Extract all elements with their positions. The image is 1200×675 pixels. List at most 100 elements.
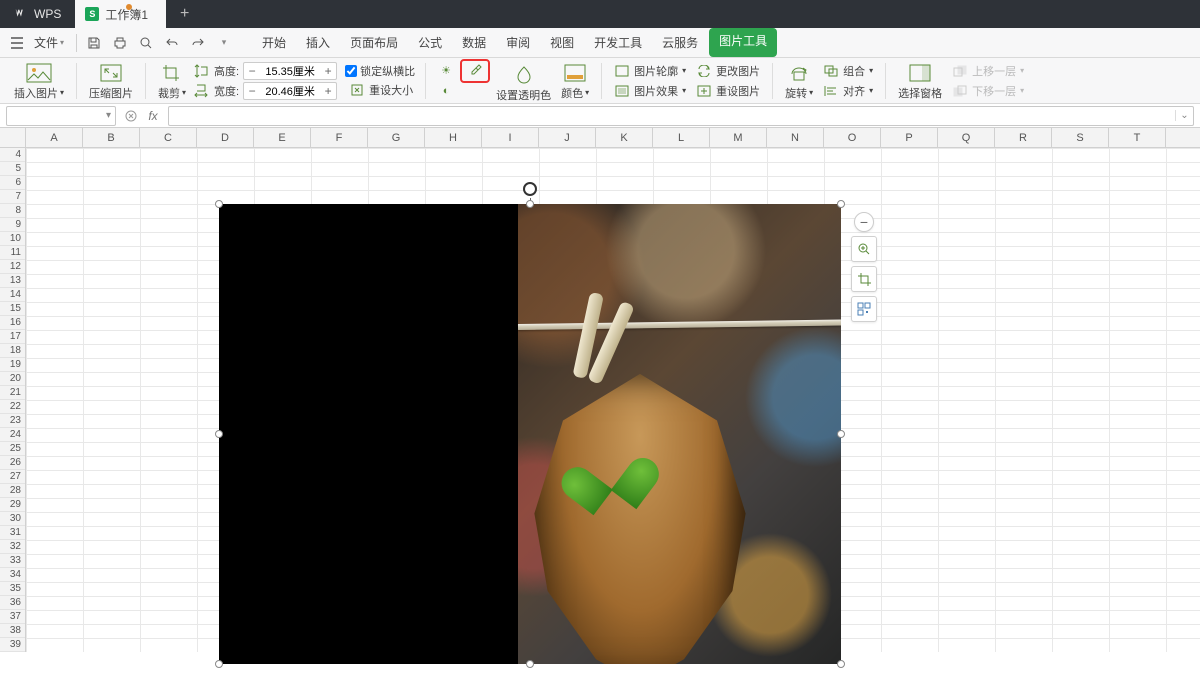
row-header[interactable]: 34 [0, 568, 25, 582]
resize-handle-n[interactable] [526, 200, 534, 208]
resize-handle-sw[interactable] [215, 660, 223, 668]
row-header[interactable]: 33 [0, 554, 25, 568]
tab-page-layout[interactable]: 页面布局 [341, 28, 407, 57]
group-button[interactable]: 组合▾ [819, 62, 877, 80]
collapse-toolbar-button[interactable]: − [854, 212, 874, 232]
decrement-button[interactable]: − [244, 83, 260, 99]
row-header[interactable]: 4 [0, 148, 25, 162]
column-header[interactable]: G [368, 128, 425, 147]
resize-handle-w[interactable] [215, 430, 223, 438]
row-header[interactable]: 26 [0, 456, 25, 470]
crop-button[interactable]: 裁剪▾ [154, 58, 190, 104]
selection-pane-button[interactable]: 选择窗格 [894, 58, 946, 104]
insert-picture-button[interactable]: 插入图片▾ [10, 58, 68, 104]
resize-handle-ne[interactable] [837, 200, 845, 208]
column-header[interactable]: K [596, 128, 653, 147]
row-header[interactable]: 30 [0, 512, 25, 526]
row-header[interactable]: 35 [0, 582, 25, 596]
resize-handle-nw[interactable] [215, 200, 223, 208]
column-header[interactable]: F [311, 128, 368, 147]
change-picture-button[interactable]: 更改图片 [692, 62, 764, 80]
row-header[interactable]: 15 [0, 302, 25, 316]
column-header[interactable]: P [881, 128, 938, 147]
column-header[interactable]: R [995, 128, 1052, 147]
rotate-button[interactable]: 旋转▾ [781, 58, 817, 104]
reset-size-button[interactable]: 重设大小 [345, 81, 417, 99]
brightness-button[interactable]: ☀ [434, 62, 458, 80]
cancel-formula-icon[interactable] [122, 107, 140, 125]
row-header[interactable]: 32 [0, 540, 25, 554]
column-header[interactable]: D [197, 128, 254, 147]
row-header[interactable]: 13 [0, 274, 25, 288]
new-tab-button[interactable]: + [166, 5, 203, 23]
formula-input[interactable]: ⌄ [168, 106, 1194, 126]
hamburger-icon[interactable] [6, 32, 28, 54]
column-header[interactable]: C [140, 128, 197, 147]
row-header[interactable]: 23 [0, 414, 25, 428]
column-header[interactable]: B [83, 128, 140, 147]
column-header[interactable]: I [482, 128, 539, 147]
row-header[interactable]: 9 [0, 218, 25, 232]
row-header[interactable]: 38 [0, 624, 25, 638]
workbook-tab[interactable]: S 工作簿1 [75, 0, 166, 28]
row-header[interactable]: 29 [0, 498, 25, 512]
column-header[interactable]: A [26, 128, 83, 147]
row-header[interactable]: 21 [0, 386, 25, 400]
column-header[interactable]: S [1052, 128, 1109, 147]
tab-data[interactable]: 数据 [453, 28, 495, 57]
zoom-picture-button[interactable] [851, 236, 877, 262]
row-header[interactable]: 14 [0, 288, 25, 302]
row-header[interactable]: 20 [0, 372, 25, 386]
inserted-picture[interactable]: − [219, 204, 841, 664]
expand-formula-icon[interactable]: ⌄ [1175, 110, 1193, 121]
row-header[interactable]: 22 [0, 400, 25, 414]
crop-tool-button[interactable] [851, 266, 877, 292]
resize-handle-se[interactable] [837, 660, 845, 668]
column-header[interactable]: T [1109, 128, 1166, 147]
row-header[interactable]: 25 [0, 442, 25, 456]
row-header[interactable]: 24 [0, 428, 25, 442]
print-preview-button[interactable] [135, 32, 157, 54]
undo-button[interactable] [161, 32, 183, 54]
column-header[interactable]: H [425, 128, 482, 147]
row-header[interactable]: 5 [0, 162, 25, 176]
select-all-corner[interactable] [0, 128, 26, 147]
reset-picture-button[interactable]: 重设图片 [692, 82, 764, 100]
compress-picture-button[interactable]: 压缩图片 [85, 58, 137, 104]
column-header[interactable]: O [824, 128, 881, 147]
row-header[interactable]: 27 [0, 470, 25, 484]
print-button[interactable] [109, 32, 131, 54]
rotate-handle[interactable] [523, 182, 537, 196]
height-input[interactable] [260, 63, 320, 79]
row-header[interactable]: 7 [0, 190, 25, 204]
row-header[interactable]: 6 [0, 176, 25, 190]
contrast-button[interactable]: ◐ [434, 82, 458, 100]
column-header[interactable]: J [539, 128, 596, 147]
column-header[interactable]: L [653, 128, 710, 147]
row-header[interactable]: 17 [0, 330, 25, 344]
set-transparent-button-icon[interactable] [463, 62, 487, 80]
set-transparent-color-button[interactable]: 设置透明色 [492, 58, 555, 104]
cells-area[interactable]: − [26, 148, 1200, 652]
tab-formulas[interactable]: 公式 [409, 28, 451, 57]
redo-button[interactable] [187, 32, 209, 54]
picture-effects-button[interactable]: 图片效果▾ [610, 82, 690, 100]
tab-developer[interactable]: 开发工具 [585, 28, 651, 57]
tab-view[interactable]: 视图 [541, 28, 583, 57]
fx-icon[interactable]: fx [144, 107, 162, 125]
row-header[interactable]: 18 [0, 344, 25, 358]
align-button[interactable]: 对齐▾ [819, 82, 877, 100]
resize-handle-s[interactable] [526, 660, 534, 668]
column-header[interactable]: N [767, 128, 824, 147]
row-header[interactable]: 28 [0, 484, 25, 498]
tab-picture-tools[interactable]: 图片工具 [709, 28, 777, 57]
qat-dropdown[interactable]: ▾ [213, 32, 235, 54]
color-button[interactable]: 颜色▾ [557, 58, 593, 104]
row-header[interactable]: 36 [0, 596, 25, 610]
save-button[interactable] [83, 32, 105, 54]
width-spinner[interactable]: − + [243, 82, 337, 100]
row-header[interactable]: 10 [0, 232, 25, 246]
row-header[interactable]: 11 [0, 246, 25, 260]
name-box[interactable]: ▾ [6, 106, 116, 126]
resize-handle-e[interactable] [837, 430, 845, 438]
